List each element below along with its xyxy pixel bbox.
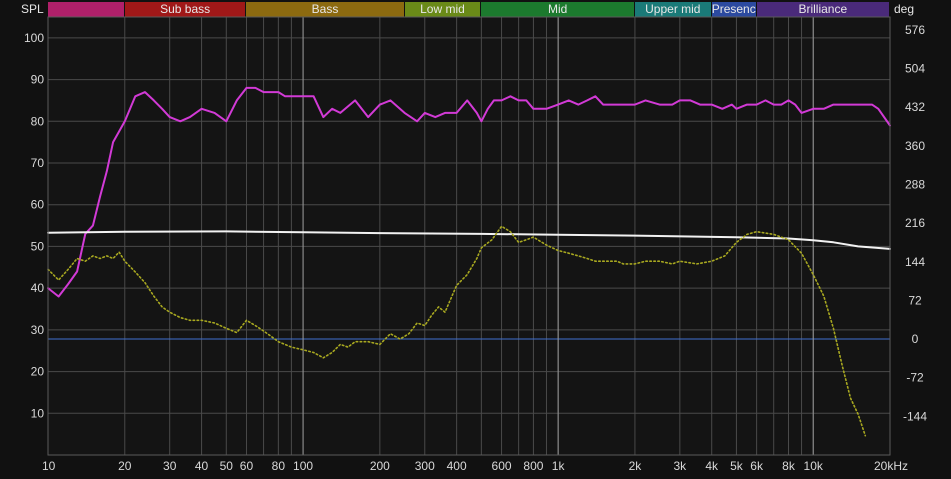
x-tick-label: 10k <box>804 459 824 473</box>
x-tick-label: 60 <box>240 459 254 473</box>
x-tick-label: 10 <box>42 459 56 473</box>
y2-tick-label: 432 <box>905 100 925 114</box>
y-tick-label: 10 <box>31 406 45 420</box>
x-tick-label: 6k <box>750 459 764 473</box>
x-tick-label: 200 <box>370 459 390 473</box>
y-tick-label: 60 <box>31 198 45 212</box>
y2-tick-label: 576 <box>905 23 925 37</box>
y-tick-label: 80 <box>31 114 45 128</box>
x-tick-label: 40 <box>195 459 209 473</box>
y-tick-label: 90 <box>31 73 45 87</box>
y2-tick-label: 0 <box>912 332 919 346</box>
y2-tick-label: -144 <box>903 409 927 423</box>
x-tick-label: 2k <box>629 459 643 473</box>
x-tick-label: 1k <box>552 459 566 473</box>
y-tick-label: 20 <box>31 365 45 379</box>
y2-tick-label: 288 <box>905 177 925 191</box>
y-tick-label: 70 <box>31 156 45 170</box>
y2-tick-label: 72 <box>908 293 922 307</box>
x-tick-label: 3k <box>674 459 688 473</box>
x-tick-label: 400 <box>447 459 467 473</box>
x-tick-label: 20kHz <box>874 459 908 473</box>
y2-tick-label: -72 <box>906 371 924 385</box>
x-tick-label: 300 <box>415 459 435 473</box>
x-tick-label: 600 <box>492 459 512 473</box>
y-tick-label: 40 <box>31 281 45 295</box>
x-tick-label: 30 <box>163 459 177 473</box>
x-tick-label: 50 <box>220 459 234 473</box>
x-tick-label: 800 <box>523 459 543 473</box>
x-tick-label: 5k <box>730 459 744 473</box>
y-tick-label: 100 <box>24 31 44 45</box>
x-tick-label: 100 <box>293 459 313 473</box>
y-tick-label: 50 <box>31 239 45 253</box>
y2-tick-label: 144 <box>905 255 925 269</box>
y2-tick-label: 216 <box>905 216 925 230</box>
x-tick-label: 8k <box>782 459 796 473</box>
y-tick-label: 30 <box>31 323 45 337</box>
x-tick-label: 20 <box>118 459 132 473</box>
x-tick-label: 80 <box>272 459 286 473</box>
frequency-response-chart: 10 20 30 40 50 60 80 100 200 300 400 600 800 1k 2k 3k 4k… <box>24 16 927 473</box>
x-tick-label: 4k <box>705 459 719 473</box>
plot-area <box>48 17 890 455</box>
y2-tick-label: 360 <box>905 139 925 153</box>
y2-tick-label: 504 <box>905 62 925 76</box>
